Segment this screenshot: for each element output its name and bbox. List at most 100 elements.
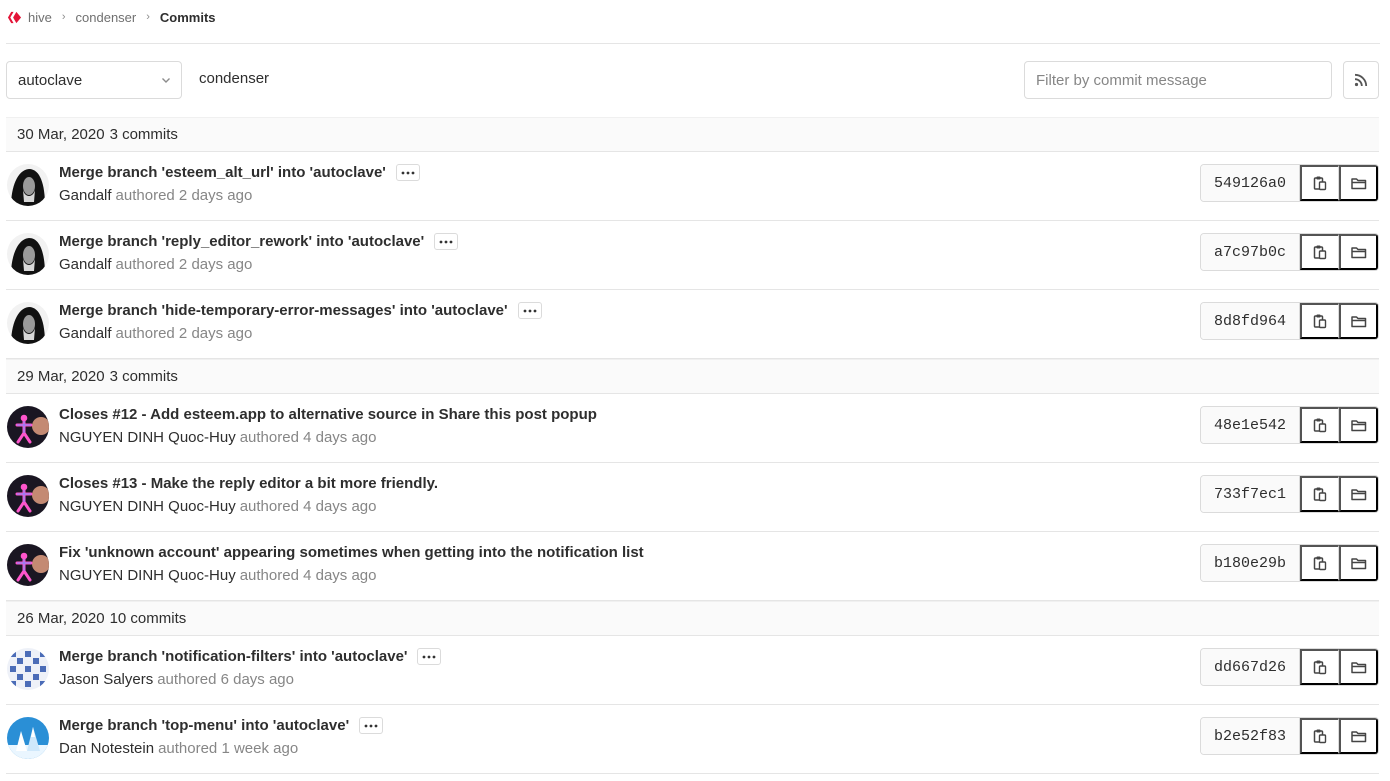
commit-title-link[interactable]: Closes #13 - Make the reply editor a bit… (59, 475, 438, 492)
commit-title-link[interactable]: Merge branch 'esteem_alt_url' into 'auto… (59, 164, 386, 181)
commit-title-link[interactable]: Merge branch 'reply_editor_rework' into … (59, 233, 424, 250)
commit-sha-link[interactable]: 48e1e542 (1201, 407, 1300, 443)
browse-files-button[interactable] (1339, 407, 1378, 443)
breadcrumb-divider (6, 43, 1380, 44)
toggle-description-button[interactable] (517, 302, 542, 319)
commit-sha-group: 733f7ec1 (1200, 475, 1379, 513)
avatar[interactable] (7, 233, 49, 275)
avatar[interactable] (7, 302, 49, 344)
day-header: 26 Mar, 2020 10 commits (6, 601, 1379, 636)
branch-dropdown-value: autoclave (18, 71, 83, 89)
commit-title-line: Closes #13 - Make the reply editor a bit… (59, 475, 438, 492)
commit-author-link[interactable]: NGUYEN DINH Quoc-Huy (59, 567, 236, 584)
commit-author-link[interactable]: Gandalf (59, 256, 112, 273)
avatar[interactable] (7, 544, 49, 586)
avatar[interactable] (7, 648, 49, 690)
commit-sha-link[interactable]: 549126a0 (1201, 165, 1300, 201)
ellipsis-icon (523, 309, 536, 312)
commit-author-line: NGUYEN DINH Quoc-Huy authored 4 days ago (59, 567, 376, 584)
commit-authored-time: authored 4 days ago (239, 498, 377, 515)
commit-row: Closes #12 - Add esteem.app to alternati… (6, 394, 1379, 463)
avatar[interactable] (7, 475, 49, 517)
commit-sha-link[interactable]: 8d8fd964 (1201, 303, 1300, 339)
commit-title-link[interactable]: Merge branch 'top-menu' into 'autoclave' (59, 717, 349, 734)
commit-authored-time: authored 2 days ago (115, 187, 253, 204)
clipboard-icon (1313, 487, 1327, 502)
browse-files-button[interactable] (1339, 718, 1378, 754)
commit-sha-group: 549126a0 (1200, 164, 1379, 202)
commit-authored-time: authored 2 days ago (115, 325, 253, 342)
commit-author-link[interactable]: Gandalf (59, 187, 112, 204)
folder-icon (1350, 730, 1366, 742)
browse-files-button[interactable] (1339, 649, 1378, 685)
browse-files-button[interactable] (1339, 165, 1378, 201)
toggle-description-button[interactable] (395, 164, 420, 181)
hive-logo-icon[interactable] (7, 10, 22, 25)
chevron-right-icon: › (61, 11, 66, 23)
copy-sha-button[interactable] (1300, 718, 1339, 754)
commit-author-line: NGUYEN DINH Quoc-Huy authored 4 days ago (59, 498, 376, 515)
breadcrumb-item-hive[interactable]: hive (28, 10, 52, 25)
commit-author-link[interactable]: NGUYEN DINH Quoc-Huy (59, 498, 236, 515)
commit-author-line: Jason Salyers authored 6 days ago (59, 671, 294, 688)
commit-filter-input[interactable] (1024, 61, 1332, 99)
commit-title-link[interactable]: Fix 'unknown account' appearing sometime… (59, 544, 644, 561)
clipboard-icon (1313, 729, 1327, 744)
rss-button[interactable] (1343, 61, 1379, 99)
browse-files-button[interactable] (1339, 476, 1378, 512)
folder-icon (1350, 419, 1366, 431)
commit-title-link[interactable]: Merge branch 'notification-filters' into… (59, 648, 407, 665)
clipboard-icon (1313, 660, 1327, 675)
copy-sha-button[interactable] (1300, 303, 1339, 339)
commit-title-line: Merge branch 'notification-filters' into… (59, 648, 442, 665)
commit-authored-time: authored 6 days ago (157, 671, 294, 688)
commit-sha-link[interactable]: a7c97b0c (1201, 234, 1300, 270)
commit-title-link[interactable]: Closes #12 - Add esteem.app to alternati… (59, 406, 597, 423)
commit-authored-time: authored 1 week ago (158, 740, 299, 757)
folder-icon (1350, 661, 1366, 673)
breadcrumb-item-condenser[interactable]: condenser (76, 10, 137, 25)
commit-sha-link[interactable]: b2e52f83 (1201, 718, 1300, 754)
day-commit-count: 10 commits (109, 610, 187, 627)
toggle-description-button[interactable] (359, 717, 384, 734)
commit-title-line: Fix 'unknown account' appearing sometime… (59, 544, 644, 561)
ellipsis-icon (401, 171, 415, 174)
commit-authored-time: authored 4 days ago (239, 429, 377, 446)
browse-files-button[interactable] (1339, 303, 1378, 339)
commit-author-link[interactable]: NGUYEN DINH Quoc-Huy (59, 429, 236, 446)
commit-sha-link[interactable]: 733f7ec1 (1201, 476, 1300, 512)
copy-sha-button[interactable] (1300, 545, 1339, 581)
commit-row: Merge branch 'top-menu' into 'autoclave'… (6, 705, 1379, 774)
commit-author-link[interactable]: Gandalf (59, 325, 112, 342)
commit-row: Merge branch 'esteem_alt_url' into 'auto… (6, 152, 1379, 221)
avatar[interactable] (7, 717, 49, 759)
toggle-description-button[interactable] (434, 233, 459, 250)
avatar[interactable] (7, 164, 49, 206)
copy-sha-button[interactable] (1300, 407, 1339, 443)
repo-name: condenser (199, 70, 270, 87)
copy-sha-button[interactable] (1300, 476, 1339, 512)
commit-author-link[interactable]: Jason Salyers (59, 671, 153, 688)
folder-icon (1350, 246, 1366, 258)
folder-icon (1350, 177, 1366, 189)
toggle-description-button[interactable] (417, 648, 442, 665)
commit-sha-group: a7c97b0c (1200, 233, 1379, 271)
copy-sha-button[interactable] (1300, 649, 1339, 685)
copy-sha-button[interactable] (1300, 234, 1339, 270)
commit-sha-link[interactable]: b180e29b (1201, 545, 1300, 581)
commit-title-link[interactable]: Merge branch 'hide-temporary-error-messa… (59, 302, 508, 319)
avatar[interactable] (7, 406, 49, 448)
commit-sha-group: dd667d26 (1200, 648, 1379, 686)
breadcrumb-item-commits[interactable]: Commits (160, 10, 216, 25)
clipboard-icon (1313, 418, 1327, 433)
day-header: 29 Mar, 2020 3 commits (6, 359, 1379, 394)
day-date: 26 Mar, 2020 (17, 610, 105, 627)
commit-author-link[interactable]: Dan Notestein (59, 740, 154, 757)
browse-files-button[interactable] (1339, 545, 1378, 581)
browse-files-button[interactable] (1339, 234, 1378, 270)
commit-sha-link[interactable]: dd667d26 (1201, 649, 1300, 685)
copy-sha-button[interactable] (1300, 165, 1339, 201)
branch-dropdown[interactable]: autoclave (6, 61, 182, 99)
commit-row: Merge branch 'reply_editor_rework' into … (6, 221, 1379, 290)
day-commit-count: 3 commits (109, 126, 178, 143)
